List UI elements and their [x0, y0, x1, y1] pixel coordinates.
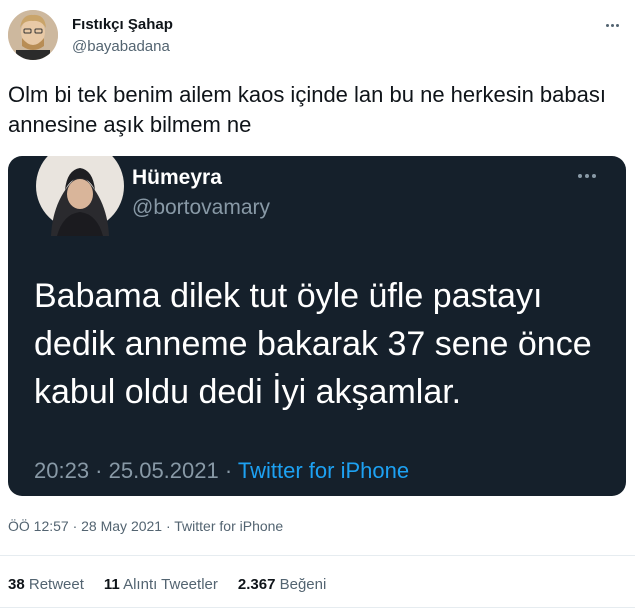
embedded-time: 20:23 — [34, 458, 90, 483]
embedded-tweet-image[interactable]: Hümeyra @bortovamary Babama dilek tut öy… — [8, 156, 626, 496]
more-icon[interactable] — [601, 14, 623, 36]
tweet-header: Fıstıkçı Şahap @bayabadana — [8, 10, 627, 64]
likes-label: Beğeni — [279, 576, 327, 593]
embedded-meta: 20:23 · 25.05.2021 · Twitter for iPhone — [34, 458, 409, 484]
retweets-stat[interactable]: 38 Retweet — [8, 576, 84, 593]
embedded-avatar — [33, 156, 127, 236]
tweet-stats: 38 Retweet 11 Alıntı Tweetler 2.367 Beğe… — [8, 576, 326, 593]
divider-bottom — [0, 607, 635, 608]
likes-count: 2.367 — [237, 576, 276, 593]
embedded-date: 25.05.2021 — [108, 458, 219, 483]
divider — [0, 555, 635, 556]
likes-stat[interactable]: 2.367 Beğeni — [238, 576, 326, 593]
retweets-count: 38 — [8, 576, 25, 593]
tweet-timestamp[interactable]: ÖÖ 12:57 · 28 May 2021 · Twitter for iPh… — [8, 518, 283, 534]
quotes-stat[interactable]: 11 Alıntı Tweetler — [104, 576, 218, 593]
embedded-more-icon — [578, 174, 596, 178]
author-name[interactable]: Fıstıkçı Şahap — [72, 16, 173, 33]
retweets-label: Retweet — [28, 576, 84, 593]
quotes-label: Alıntı Tweetler — [123, 576, 218, 593]
embedded-name: Hümeyra — [132, 166, 222, 189]
author-handle[interactable]: @bayabadana — [72, 38, 170, 55]
author-avatar[interactable] — [8, 10, 58, 60]
tweet-text: Olm bi tek benim ailem kaos içinde lan b… — [8, 82, 606, 137]
embedded-sep-2: · — [218, 458, 238, 483]
embedded-text: Babama dilek tut öyle üfle pastayı dedik… — [34, 277, 592, 411]
embedded-sep-1: · — [89, 458, 109, 483]
embedded-handle: @bortovamary — [132, 196, 271, 219]
quotes-count: 11 — [103, 576, 120, 593]
embedded-source: Twitter for iPhone — [237, 458, 410, 483]
